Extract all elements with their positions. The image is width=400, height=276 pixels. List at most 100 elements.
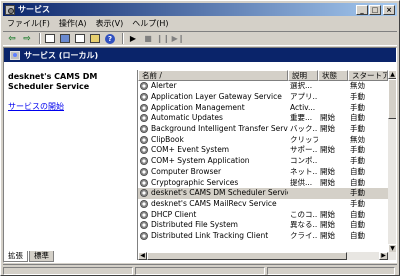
service-row[interactable]: Application Management Activ... 手動	[138, 102, 388, 113]
service-description: アプリ...	[290, 92, 318, 102]
service-name: DHCP Client	[151, 209, 197, 219]
service-startup-type: 自動	[350, 209, 365, 219]
menu-help[interactable]: ヘルプ(H)	[132, 18, 168, 29]
service-name: ClipBook	[151, 134, 184, 144]
service-gear-icon	[140, 114, 148, 123]
service-gear-icon	[140, 125, 148, 134]
menu-bar: ファイル(F) 操作(A) 表示(V) ヘルプ(H)	[3, 17, 397, 30]
service-name: COM+ Event System	[151, 145, 230, 155]
service-gear-icon	[140, 231, 148, 240]
close-button[interactable]: ×	[383, 4, 395, 15]
export-icon	[90, 34, 100, 43]
services-scope-icon	[10, 50, 20, 60]
help-button[interactable]: ?	[104, 33, 116, 44]
service-description: このコ...	[290, 209, 318, 219]
column-header-description[interactable]: 説明	[288, 70, 318, 81]
service-row[interactable]: Distributed File System 異なる... 開始 自動	[138, 220, 388, 231]
list-header: 名前 / 説明 状態 スタートアップ	[138, 70, 388, 81]
horizontal-scroll-thumb[interactable]	[147, 252, 347, 260]
service-gear-icon	[140, 199, 148, 208]
service-startup-type: 手動	[350, 188, 365, 198]
service-startup-type: 手動	[350, 156, 365, 166]
export-list-button[interactable]	[89, 33, 101, 44]
horizontal-scrollbar[interactable]: ◀ ▶	[138, 252, 396, 260]
service-name-cell: Distributed File System	[138, 220, 288, 230]
services-panel: サービス (ローカル) desknet's CAMS DM Scheduler …	[3, 47, 397, 263]
service-status: 開始	[320, 124, 335, 134]
forward-arrow-icon[interactable]: ⇨	[21, 33, 33, 44]
service-row[interactable]: Background Intelligent Transfer Service バ…	[138, 124, 388, 135]
scroll-right-button[interactable]: ▶	[379, 252, 388, 260]
vertical-scroll-thumb[interactable]	[388, 79, 396, 119]
service-name-cell: Cryptographic Services	[138, 178, 288, 188]
service-name: Distributed File System	[151, 220, 238, 230]
tab-standard[interactable]: 標準	[29, 251, 54, 262]
service-name-cell: Application Management	[138, 103, 288, 113]
service-name: Cryptographic Services	[151, 177, 239, 187]
service-status: 開始	[320, 145, 335, 155]
menu-action[interactable]: 操作(A)	[59, 18, 87, 29]
service-row[interactable]: desknet's CAMS MailRecv Service 手動	[138, 199, 388, 210]
service-row[interactable]: Application Layer Gateway Service アプリ... 手…	[138, 92, 388, 103]
service-name-cell: COM+ System Application	[138, 156, 288, 166]
service-row[interactable]: desknet's CAMS DM Scheduler Service 手動	[138, 187, 388, 199]
description-pane: desknet's CAMS DM Scheduler Service サービス…	[4, 62, 134, 262]
service-row[interactable]: Automatic Updates 重要... 開始 自動	[138, 113, 388, 124]
maximize-button[interactable]: □	[369, 4, 381, 15]
menu-file[interactable]: ファイル(F)	[7, 18, 50, 29]
restart-service-icon[interactable]: ▶❙	[172, 33, 185, 44]
column-header-startup[interactable]: スタートアップ	[348, 70, 388, 81]
service-name-cell: Background Intelligent Transfer Service	[138, 124, 288, 134]
service-row[interactable]: Cryptographic Services 提供... 開始 自動	[138, 177, 388, 188]
service-row[interactable]: Distributed Link Tracking Client クライ... 開始…	[138, 231, 388, 242]
service-row[interactable]: Computer Browser ネット... 開始 自動	[138, 167, 388, 178]
toolbar: ⇦ ⇨ ? ▶ ■ ❙❙ ▶❙	[3, 31, 397, 46]
service-row[interactable]: DHCP Client このコ... 開始 自動	[138, 209, 388, 220]
service-name-cell: ClipBook	[138, 135, 288, 145]
menu-view[interactable]: 表示(V)	[96, 18, 124, 29]
column-header-status[interactable]: 状態	[318, 70, 348, 81]
service-row[interactable]: ClipBook クリップ... 無効	[138, 134, 388, 145]
start-service-link[interactable]: サービスの開始	[8, 101, 64, 112]
service-startup-type: 手動	[350, 124, 365, 134]
service-gear-icon	[140, 210, 148, 219]
service-gear-icon	[140, 93, 148, 102]
refresh-icon	[75, 34, 85, 43]
service-description: クリップ...	[290, 134, 318, 144]
service-startup-type: 手動	[350, 92, 365, 102]
status-pane-3	[267, 267, 395, 275]
service-gear-icon	[140, 178, 148, 187]
service-row[interactable]: COM+ Event System サポー... 開始 手動	[138, 145, 388, 156]
show-hide-tree-button[interactable]	[44, 33, 56, 44]
service-gear-icon	[140, 189, 148, 198]
services-app-icon	[5, 4, 15, 15]
service-startup-type: 手動	[350, 102, 365, 112]
service-status: 開始	[320, 113, 335, 123]
service-description: バック...	[290, 124, 318, 134]
service-row[interactable]: Alerter 選択... 無効	[138, 81, 388, 92]
service-name: desknet's CAMS DM Scheduler Service	[151, 188, 288, 198]
service-name: Application Management	[151, 102, 245, 112]
back-arrow-icon[interactable]: ⇦	[6, 33, 18, 44]
scroll-left-button[interactable]: ◀	[138, 252, 147, 260]
service-description: ネット...	[290, 166, 318, 176]
refresh-button[interactable]	[74, 33, 86, 44]
tab-extended[interactable]: 拡張	[3, 251, 28, 262]
service-row[interactable]: COM+ System Application コンポ... 手動	[138, 156, 388, 167]
minimize-button[interactable]: _	[356, 4, 368, 15]
console-tree-icon	[45, 34, 55, 43]
service-description: 異なる...	[290, 220, 318, 230]
properties-button[interactable]	[59, 33, 71, 44]
stop-service-icon[interactable]: ■	[142, 33, 154, 44]
toolbar-separator	[39, 33, 41, 44]
service-name-cell: Alerter	[138, 81, 288, 91]
scope-title: サービス (ローカル)	[24, 50, 99, 60]
vertical-scrollbar[interactable]: ▲ ▼	[388, 70, 396, 253]
service-startup-type: 無効	[350, 134, 365, 144]
service-gear-icon	[140, 103, 148, 112]
pause-service-icon[interactable]: ❙❙	[156, 33, 169, 44]
column-header-name[interactable]: 名前 /	[138, 70, 288, 81]
start-service-icon[interactable]: ▶	[127, 33, 139, 44]
scroll-up-button[interactable]: ▲	[388, 70, 396, 79]
service-name-cell: DHCP Client	[138, 210, 288, 220]
